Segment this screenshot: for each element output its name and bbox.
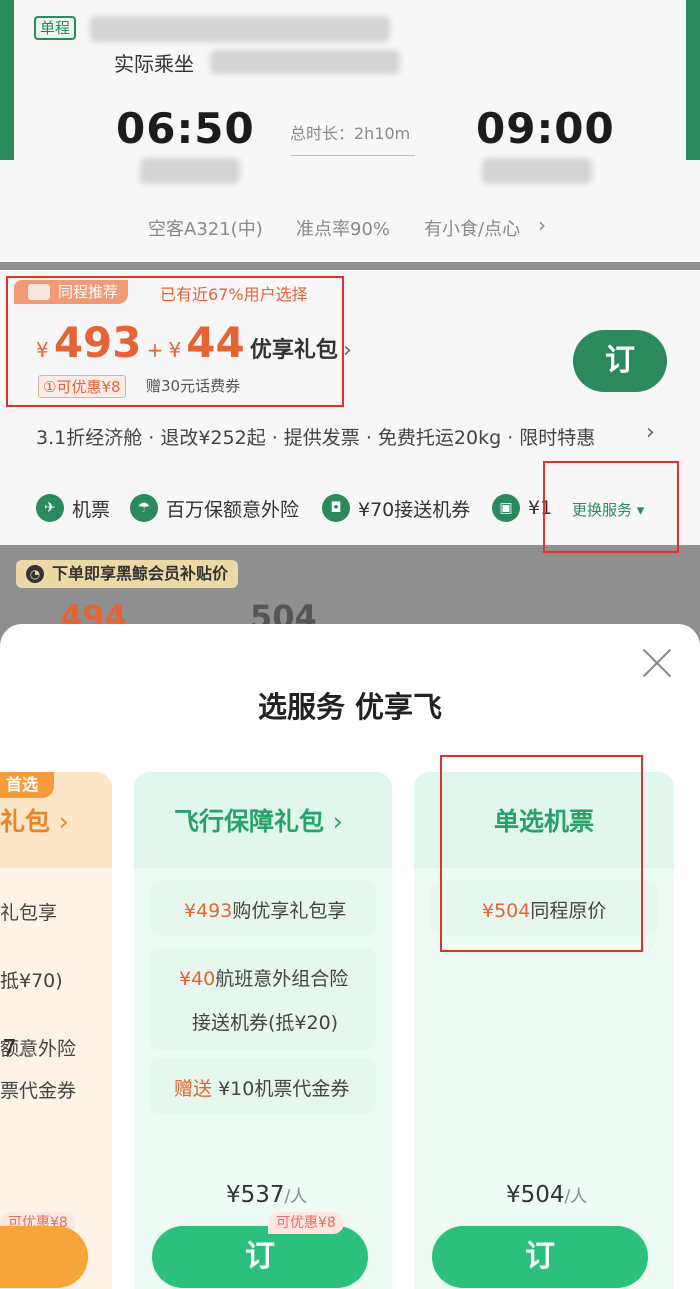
service-select-sheet: 选服务 优享飞 首选 礼包 › 礼包享 抵¥70) 额意外险 票代金券 7人 飞… xyxy=(0,624,700,1289)
flight-card: 单程 实际乘坐 06:50 总时长：2h10m 09:00 空客A321(中) … xyxy=(0,0,700,262)
highlight-box-change-service xyxy=(543,461,679,553)
service-item: ✈ 机票 xyxy=(36,492,110,524)
feature-text: ¥10机票代金券 xyxy=(218,1078,350,1100)
card-accent-right xyxy=(686,0,700,160)
discount-badge: 可优惠¥8 xyxy=(268,1212,344,1234)
meal-info[interactable]: 有小食/点心 xyxy=(424,215,520,241)
highlight-box-price xyxy=(6,276,344,407)
voucher-icon: ▣ xyxy=(492,494,520,522)
service-item: ◘ ¥70接送机券 xyxy=(322,492,470,524)
chevron-right-icon: › xyxy=(342,338,352,363)
actual-carrier-label: 实际乘坐 xyxy=(114,52,194,76)
member-banner-label: 下单即享黑鲸会员补贴价 xyxy=(52,564,229,583)
feature-highlight: ¥493 xyxy=(184,900,233,922)
package-price-unit: /人 xyxy=(564,1187,588,1207)
arrive-time: 09:00 xyxy=(476,104,615,153)
package-price-unit: 人 xyxy=(16,1041,34,1061)
package-price: 7人 xyxy=(2,1036,34,1062)
service-label: 百万保额意外险 xyxy=(166,498,300,521)
highlight-box-ticket-only xyxy=(440,755,643,952)
on-time-rate: 准点率90% xyxy=(296,219,391,240)
package-feature: 票代金券 xyxy=(0,1080,77,1102)
package-title-label: 礼包 xyxy=(0,807,51,836)
package-title: 礼包 › xyxy=(0,802,69,838)
book-button[interactable]: 订 xyxy=(152,1226,368,1288)
package-feature: 接送机券(抵¥20) xyxy=(192,1012,339,1034)
chevron-right-icon: › xyxy=(58,807,69,836)
package-price-value: 7 xyxy=(2,1036,17,1062)
package-feature: 赠送 ¥10机票代金券 xyxy=(174,1074,349,1101)
package-title: 飞行保障礼包 › xyxy=(174,802,343,838)
clock-icon: ◔ xyxy=(26,565,44,583)
depart-airport-blurred xyxy=(140,158,240,184)
package-title-label: 飞行保障礼包 xyxy=(174,807,325,836)
package-feature: 礼包享 xyxy=(0,902,58,924)
aircraft-type: 空客A321(中) xyxy=(148,219,263,240)
package-feature: ¥40航班意外组合险 xyxy=(179,964,348,991)
arrive-airport-blurred xyxy=(482,158,592,184)
currency-symbol: ¥ xyxy=(226,1182,241,1208)
package-price: ¥537/人 xyxy=(226,1182,307,1208)
oneway-tag: 单程 xyxy=(34,16,76,40)
duration-line xyxy=(290,155,415,156)
package-feature: 抵¥70) xyxy=(0,970,63,992)
depart-time: 06:50 xyxy=(116,104,255,153)
fare-details[interactable]: 3.1折经济舱 · 退改¥252起 · 提供发票 · 免费托运20kg · 限时… xyxy=(36,423,595,450)
package-price-value: 537 xyxy=(240,1182,285,1208)
feature-text: 航班意外组合险 xyxy=(215,968,349,990)
package-price-value: 504 xyxy=(520,1182,565,1208)
feature-highlight: ¥40 xyxy=(179,968,216,990)
book-button[interactable] xyxy=(0,1226,88,1288)
card-accent-left xyxy=(0,0,14,160)
sheet-title: 选服务 优享飞 xyxy=(257,690,443,724)
actual-carrier-blurred xyxy=(210,50,400,74)
package-feature: ¥493购优享礼包享 xyxy=(184,896,346,923)
package-price-unit: /人 xyxy=(284,1187,308,1207)
umbrella-icon: ☂ xyxy=(130,494,158,522)
service-item: ☂ 百万保额意外险 xyxy=(130,492,299,524)
feature-highlight: 赠送 xyxy=(174,1078,213,1100)
service-label: 机票 xyxy=(72,498,111,521)
chevron-right-icon: › xyxy=(538,213,546,237)
book-button[interactable]: 订 xyxy=(432,1226,648,1288)
package-card-flight-protection[interactable]: 飞行保障礼包 › ¥493购优享礼包享 ¥40航班意外组合险 接送机券(抵¥20… xyxy=(134,772,392,1289)
currency-symbol: ¥ xyxy=(506,1182,521,1208)
feature-text: 购优享礼包享 xyxy=(232,900,347,922)
duration-label: 总时长：2h10m xyxy=(290,124,411,143)
close-icon[interactable] xyxy=(640,646,674,680)
member-banner: ◔ 下单即享黑鲸会员补贴价 xyxy=(16,560,239,588)
book-button[interactable]: 订 xyxy=(573,330,667,392)
preferred-badge: 首选 xyxy=(0,772,54,798)
chevron-right-icon: › xyxy=(646,420,655,445)
airline-info-blurred xyxy=(90,16,390,42)
package-price: ¥504/人 xyxy=(506,1182,587,1208)
plane-icon: ✈ xyxy=(36,494,64,522)
service-label: ¥70接送机券 xyxy=(358,498,471,521)
chevron-right-icon: › xyxy=(332,807,343,836)
car-icon: ◘ xyxy=(322,494,350,522)
